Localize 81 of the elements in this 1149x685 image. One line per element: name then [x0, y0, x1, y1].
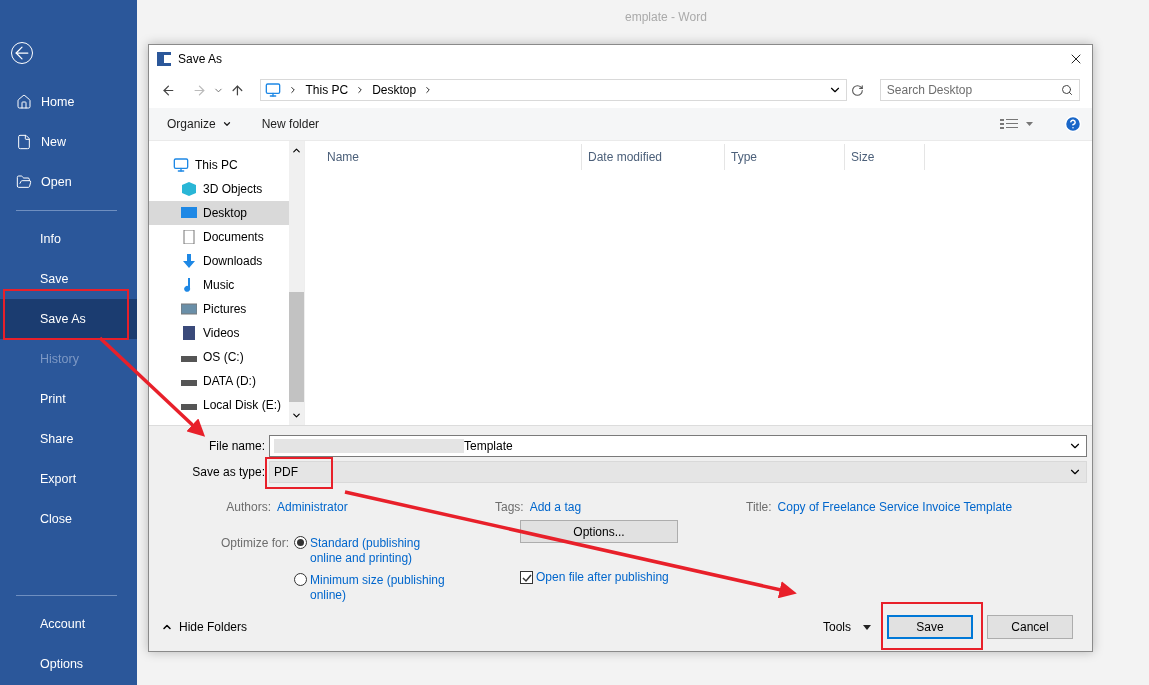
nav-item[interactable]: Save: [0, 259, 137, 299]
drive-icon: [181, 355, 197, 362]
tools-button[interactable]: Tools: [823, 620, 871, 634]
column-header[interactable]: Name: [321, 143, 582, 170]
breadcrumb-item[interactable]: Desktop: [372, 83, 417, 98]
film-icon: [181, 325, 197, 340]
nav-item[interactable]: Print: [0, 379, 137, 419]
tree-item[interactable]: Documents: [149, 224, 289, 249]
highlight-box: [265, 457, 333, 489]
monitor-icon: [181, 205, 197, 220]
refresh-icon[interactable]: [850, 83, 864, 97]
toolbar-button[interactable]: Organize: [167, 116, 232, 131]
column-header[interactable]: Type: [725, 143, 845, 170]
nav-item[interactable]: New: [0, 122, 137, 162]
nav-item[interactable]: Open: [0, 162, 137, 202]
file-icon: [16, 134, 32, 150]
app-title: emplate - Word: [625, 10, 707, 24]
tree-item[interactable]: OS (C:): [149, 344, 289, 369]
drive-icon: [181, 379, 197, 386]
tree-item[interactable]: Local Disk (E:): [149, 392, 289, 417]
nav-item[interactable]: Options: [0, 644, 137, 684]
hide-folders-button[interactable]: Hide Folders: [161, 620, 248, 634]
tree-item[interactable]: Music: [149, 272, 289, 297]
tree-item[interactable]: 3D Objects: [149, 176, 289, 201]
file-type-dropdown[interactable]: PDF: [269, 461, 1087, 483]
nav-item[interactable]: Account: [0, 604, 137, 644]
tree-item[interactable]: DATA (D:): [149, 368, 289, 393]
column-header[interactable]: Date modified: [582, 143, 725, 170]
search-field[interactable]: Search Desktop: [879, 79, 1080, 102]
folder-icon: [16, 174, 32, 190]
drive-icon: [181, 403, 197, 410]
scrollbar[interactable]: [289, 140, 304, 425]
document-icon: [181, 229, 197, 244]
file-name-field[interactable]: Template: [269, 435, 1087, 457]
back-icon[interactable]: [161, 82, 176, 98]
house-icon: [16, 94, 32, 110]
save-button[interactable]: Save: [887, 615, 973, 639]
toolbar-button[interactable]: New folder: [261, 116, 320, 131]
picture-icon: [181, 301, 197, 316]
field-label: File name:: [207, 439, 266, 453]
cube-icon: [181, 181, 197, 196]
optimize-label: Optimize for:: [220, 536, 290, 552]
up-icon[interactable]: [229, 82, 245, 98]
checkbox-label[interactable]: Open file after publishing: [536, 570, 669, 585]
search-icon: [1061, 84, 1073, 97]
radio-button[interactable]: [294, 536, 307, 549]
options-button[interactable]: Options...: [520, 520, 678, 543]
nav-item[interactable]: Share: [0, 419, 137, 459]
meta-link[interactable]: Copy of Freelance Service Invoice Template: [777, 500, 1013, 514]
radio-label[interactable]: Minimum size (publishing online): [310, 573, 450, 603]
tree-item[interactable]: Desktop: [149, 200, 289, 225]
meta-label: Tags:: [495, 500, 524, 514]
tree-item[interactable]: Videos: [149, 320, 289, 345]
field-label: Save as type:: [191, 465, 266, 479]
caret-icon: [863, 624, 871, 630]
nav-item[interactable]: Export: [0, 459, 137, 499]
nav-item[interactable]: Save As: [0, 299, 137, 339]
monitor-icon: [173, 156, 189, 173]
cancel-button[interactable]: Cancel: [987, 615, 1073, 639]
help-icon[interactable]: [1064, 114, 1082, 133]
checkbox[interactable]: [520, 571, 533, 584]
radio-label[interactable]: Standard (publishing online and printing): [310, 536, 450, 566]
dialog-title: Save As: [178, 51, 223, 66]
tree-item[interactable]: Downloads: [149, 248, 289, 273]
monitor-icon: [265, 82, 282, 99]
column-header[interactable]: Size: [845, 143, 925, 170]
nav-item[interactable]: Close: [0, 499, 137, 539]
meta-link[interactable]: Add a tag: [529, 500, 582, 514]
scroll-down-icon[interactable]: [291, 410, 302, 421]
meta-link[interactable]: Administrator: [277, 500, 348, 514]
meta-label: Authors:: [225, 500, 271, 514]
address-bar[interactable]: This PC Desktop: [260, 79, 847, 102]
tree-item[interactable]: This PC: [149, 152, 289, 177]
download-arrow-icon: [181, 253, 197, 268]
radio-button[interactable]: [294, 573, 307, 586]
nav-item[interactable]: Home: [0, 82, 137, 122]
view-options-icon[interactable]: [1000, 117, 1034, 130]
meta-label: Title:: [746, 500, 772, 514]
breadcrumb-item[interactable]: This PC: [305, 83, 349, 98]
nav-item[interactable]: Info: [0, 219, 137, 259]
tree-item[interactable]: Pictures: [149, 296, 289, 321]
